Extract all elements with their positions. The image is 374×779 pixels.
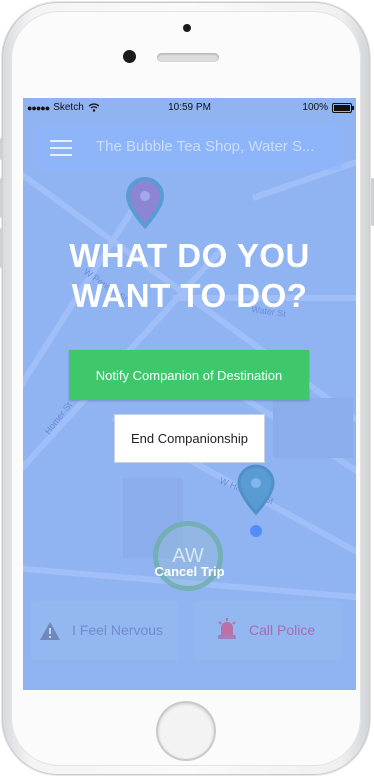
battery-icon: [332, 102, 354, 113]
proximity-sensor: [123, 50, 136, 63]
call-police-label: Call Police: [249, 622, 316, 638]
status-bar: ●●●●● Sketch 10:59 PM 100%: [23, 98, 356, 118]
prompt-line-1: WHAT DO YOU: [69, 237, 310, 274]
siren-icon: [218, 618, 236, 639]
prompt-heading: WHAT DO YOU WANT TO DO?: [23, 236, 356, 316]
call-police-button[interactable]: Call Police: [194, 601, 342, 660]
destination-search-bar[interactable]: The Bubble Tea Shop, Water S...: [38, 125, 342, 170]
front-camera: [183, 24, 191, 32]
hamburger-menu-icon[interactable]: [50, 140, 72, 156]
cancel-trip-button[interactable]: Cancel Trip: [23, 564, 356, 579]
destination-text: The Bubble Tea Shop, Water S...: [96, 138, 315, 155]
warning-icon: [40, 622, 60, 640]
feel-nervous-label: I Feel Nervous: [72, 622, 164, 638]
app-screen: W Pender St Water St Homer St W Hastings…: [23, 98, 356, 690]
notify-companion-button[interactable]: Notify Companion of Destination: [69, 350, 309, 400]
battery-percent: 100%: [302, 102, 328, 113]
volume-button: [0, 228, 3, 268]
volume-button: [0, 138, 3, 160]
earpiece-speaker: [157, 53, 219, 62]
home-button[interactable]: [158, 703, 214, 759]
prompt-line-2: WANT TO DO?: [71, 277, 308, 314]
feel-nervous-button[interactable]: I Feel Nervous: [31, 601, 178, 660]
companion-avatar[interactable]: AW: [153, 521, 223, 591]
volume-button: [0, 178, 3, 218]
end-companionship-button[interactable]: End Companionship: [114, 414, 265, 463]
